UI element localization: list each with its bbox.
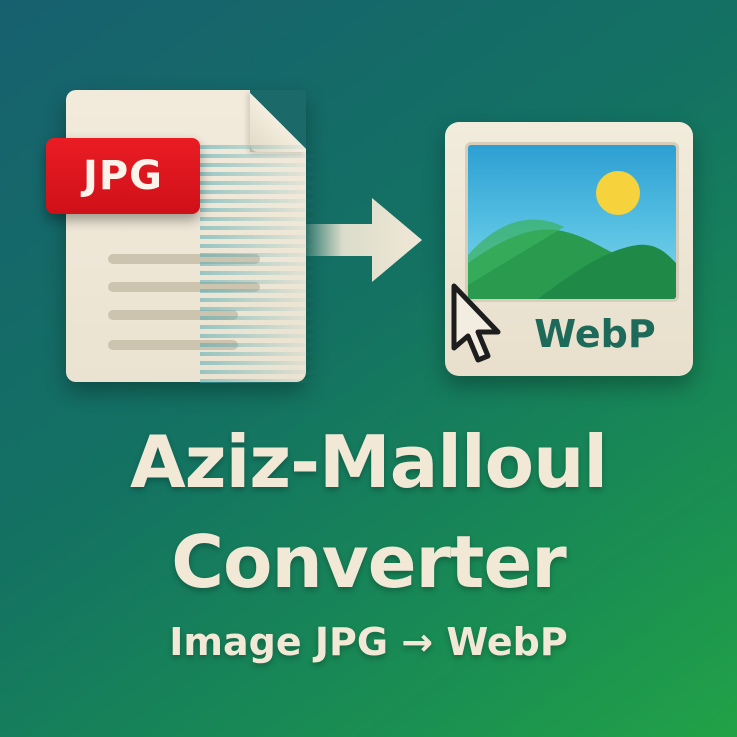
mouse-pointer-icon (448, 282, 508, 366)
app-subtitle: Image JPG → WebP (169, 620, 568, 664)
converter-illustration: JPG WebP Aziz-Malloul Converter Image JP… (0, 0, 737, 737)
app-title-line-1: Aziz-Malloul (129, 420, 608, 504)
webp-label: WebP (534, 312, 656, 356)
jpg-badge-label: JPG (82, 153, 164, 199)
arrow-right-icon (300, 190, 430, 290)
jpg-badge: JPG (46, 138, 200, 214)
app-title-line-2: Converter (171, 520, 567, 604)
sun-icon (596, 171, 640, 215)
landscape-picture (465, 142, 679, 302)
